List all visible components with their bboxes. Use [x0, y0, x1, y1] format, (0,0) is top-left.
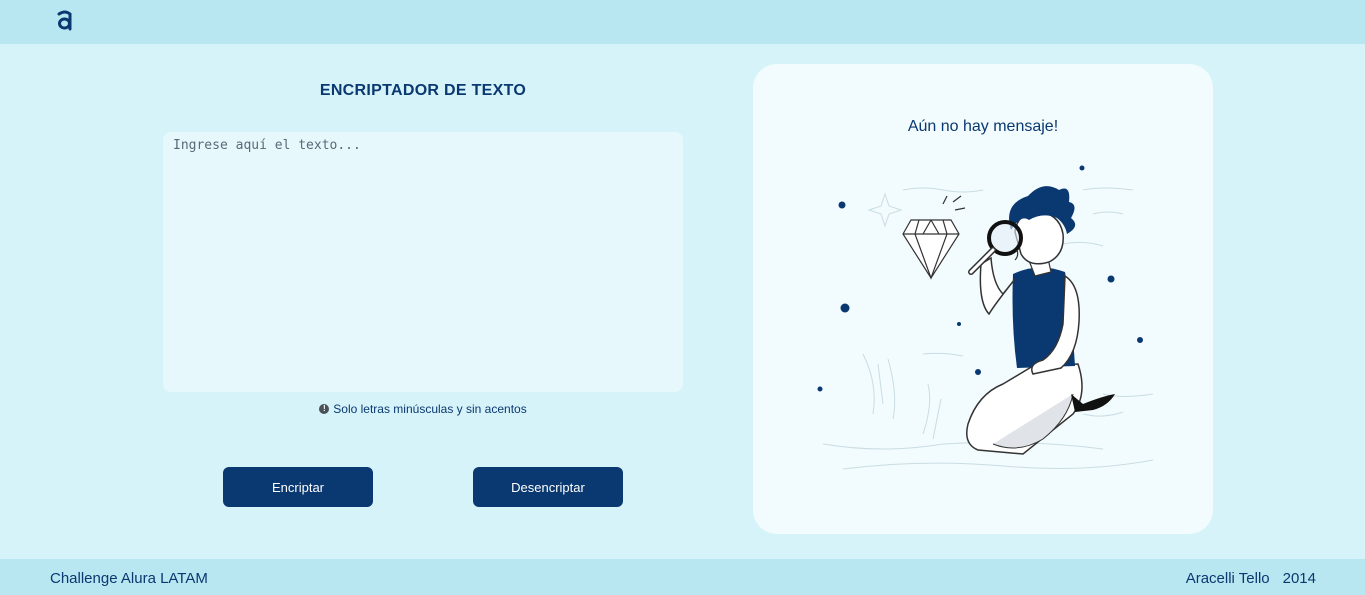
footer-credits: Aracelli Tello 2014 [1186, 570, 1316, 587]
input-hint: ! Solo letras minúsculas y sin acentos [163, 402, 683, 416]
encryptor-section: ENCRIPTADOR DE TEXTO ! Solo letras minús… [163, 44, 683, 559]
hint-text: Solo letras minúsculas y sin acentos [333, 402, 527, 416]
footer: Challenge Alura LATAM Aracelli Tello 201… [0, 559, 1365, 595]
footer-year: 2014 [1282, 570, 1316, 587]
no-message-text: Aún no hay mensaje! [907, 118, 1059, 135]
alura-logo-icon[interactable] [56, 8, 74, 32]
encrypt-button[interactable]: Encriptar [223, 467, 373, 507]
info-icon: ! [319, 404, 330, 414]
footer-author: Aracelli Tello [1185, 570, 1270, 587]
footer-challenge-text: Challenge Alura LATAM [50, 570, 208, 587]
top-header [0, 0, 1365, 44]
page-title: ENCRIPTADOR DE TEXTO [319, 82, 527, 99]
output-panel: Aún no hay mensaje! [753, 64, 1213, 534]
person-with-magnifying-glass-illustration [817, 165, 1154, 470]
text-input[interactable] [163, 132, 683, 392]
decrypt-button[interactable]: Desencriptar [473, 467, 623, 507]
